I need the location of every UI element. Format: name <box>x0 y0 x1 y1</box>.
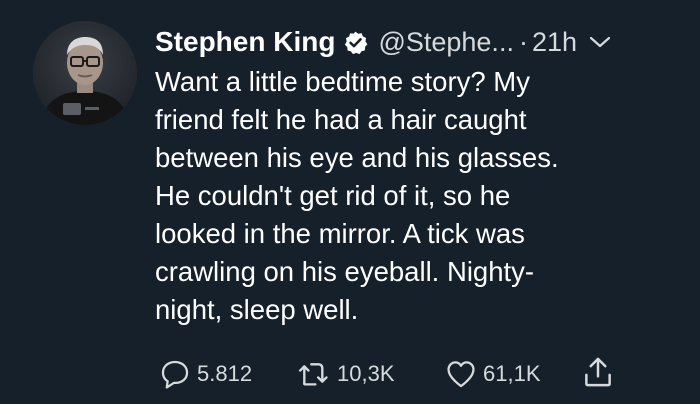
verified-badge-icon <box>343 30 368 55</box>
tweet-text-line: between his eye and his glasses. <box>155 142 559 173</box>
heart-icon <box>447 361 475 388</box>
share-button[interactable] <box>582 354 614 390</box>
retweet-icon <box>298 363 328 386</box>
tweet-header: Stephen King @Stephe... · 21h <box>155 20 611 64</box>
reply-count: 5.812 <box>197 361 253 386</box>
retweet-button[interactable]: 10,3K <box>296 356 395 392</box>
tweet-timestamp[interactable]: 21h <box>532 27 577 58</box>
tweet-text-line: looked in the mirror. A tick was <box>155 218 525 249</box>
retweet-count: 10,3K <box>337 361 395 386</box>
tweet-actions: 5.812 10,3K 61,1K <box>158 356 678 392</box>
author-name[interactable]: Stephen King <box>155 26 335 58</box>
tweet-text-line: night, sleep well. <box>155 294 359 325</box>
share-icon <box>585 357 611 387</box>
avatar-image <box>33 21 137 125</box>
separator-dot: · <box>518 26 528 57</box>
author-handle[interactable]: @Stephe... <box>378 27 514 58</box>
like-button[interactable]: 61,1K <box>444 356 541 392</box>
tweet-text-line: He couldn't get rid of it, so he <box>155 180 511 211</box>
tweet-text-line: Want a little bedtime story? My <box>155 66 530 97</box>
reply-icon <box>161 360 189 389</box>
tweet-card[interactable]: Stephen King @Stephe... · 21h Want a lit… <box>0 0 700 404</box>
tweet-text-line: crawling on his eyeball. Nighty- <box>155 256 535 287</box>
like-count: 61,1K <box>483 361 541 386</box>
author-avatar[interactable] <box>33 21 137 125</box>
reply-button[interactable]: 5.812 <box>158 356 252 392</box>
chevron-down-icon[interactable] <box>589 35 611 49</box>
tweet-text: Want a little bedtime story? My friend f… <box>155 63 685 329</box>
tweet-text-line: friend felt he had a hair caught <box>155 104 527 135</box>
